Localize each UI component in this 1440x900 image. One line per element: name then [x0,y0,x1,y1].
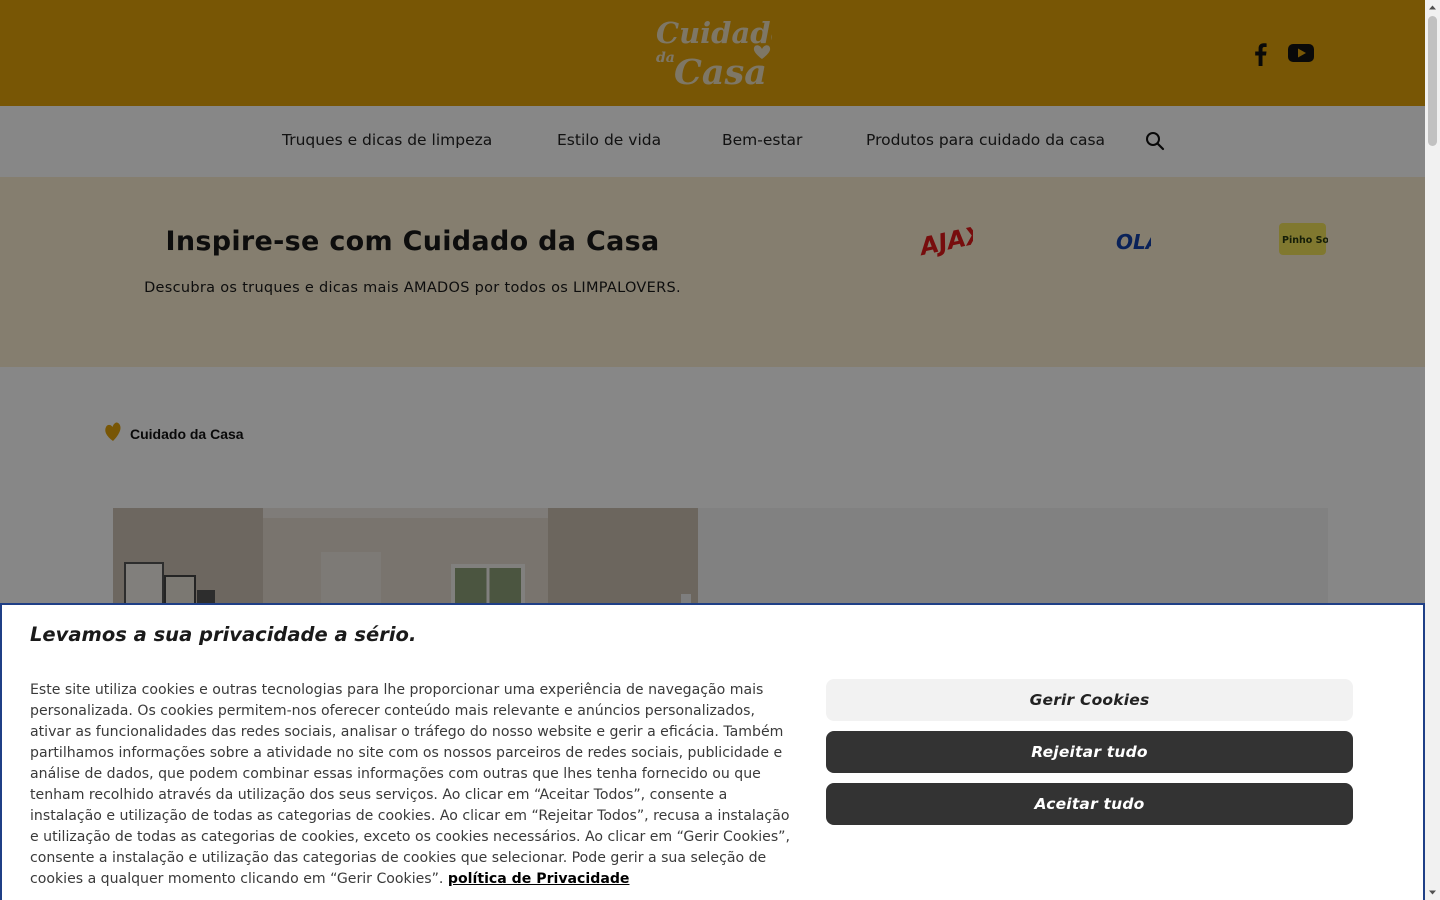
logo-text-da: da [656,50,675,66]
pinho-sol-logo[interactable]: Pinho Sol [1278,221,1328,257]
hero-title: Inspire-se com Cuidado da Casa [165,226,660,257]
cookie-banner: Levamos a sua privacidade a sério. Este … [0,603,1425,900]
nav-item-bem-estar[interactable]: Bem-estar [722,106,802,177]
reject-all-button[interactable]: Rejeitar tudo [826,731,1353,773]
privacy-policy-link[interactable]: política de Privacidade [448,871,630,887]
nav-item-truques[interactable]: Truques e dicas de limpeza [282,106,492,177]
breadcrumb-label[interactable]: Cuidado da Casa [130,426,244,442]
article-image[interactable] [113,508,698,608]
logo-text-casa: Casa [674,52,767,90]
main-nav: Truques e dicas de limpeza Estilo de vid… [0,106,1425,177]
cookie-title: Levamos a sua privacidade a sério. [30,623,417,646]
breadcrumb: Cuidado da Casa [104,420,244,444]
ola-logo[interactable]: OLA [1115,221,1151,257]
scroll-down-arrow-icon[interactable] [1425,885,1440,900]
page: Cuidado da Casa Truques e dicas de limpe… [0,0,1425,900]
scrollbar-thumb[interactable] [1428,16,1437,146]
youtube-icon[interactable] [1288,43,1314,63]
article-panel[interactable] [698,508,1328,608]
site-header: Cuidado da Casa [0,0,1425,106]
hero-subtitle: Descubra os truques e dicas mais AMADOS … [144,280,681,296]
ola-logo-text: OLA [1116,230,1151,254]
accept-all-button[interactable]: Aceitar tudo [826,783,1353,825]
nav-item-produtos[interactable]: Produtos para cuidado da casa [866,106,1105,177]
hero-banner: Inspire-se com Cuidado da Casa Descubra … [0,177,1425,367]
cookie-body: Este site utiliza cookies e outras tecno… [30,682,790,887]
scroll-up-arrow-icon[interactable] [1425,0,1440,15]
nav-item-estilo-de-vida[interactable]: Estilo de vida [557,106,661,177]
heart-icon [105,422,121,441]
pinho-sol-logo-text: Pinho Sol [1282,235,1328,246]
logo-text-cuidado: Cuidado [656,16,772,50]
cookie-text: Este site utiliza cookies e outras tecno… [30,680,790,890]
manage-cookies-button[interactable]: Gerir Cookies [826,679,1353,721]
room-photo [113,508,698,608]
search-icon[interactable] [1145,131,1165,151]
page-scrollbar[interactable] [1425,0,1440,900]
facebook-icon[interactable] [1250,42,1270,66]
ajax-logo-text: AJAX [917,220,973,260]
site-logo[interactable]: Cuidado da Casa [652,14,772,90]
ajax-logo[interactable]: AJAX [917,216,973,260]
